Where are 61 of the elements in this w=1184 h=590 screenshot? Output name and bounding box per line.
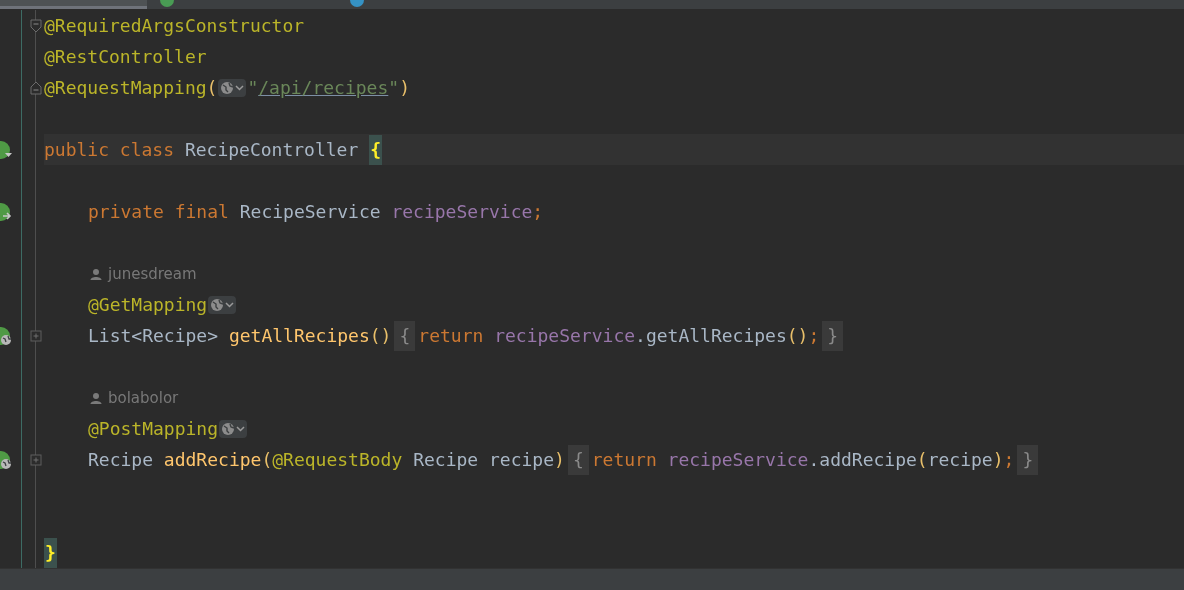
globe-icon xyxy=(210,297,235,312)
keyword-text: ; xyxy=(532,200,544,223)
code-text: ) xyxy=(992,448,1004,471)
annotation-text: @RequestBody xyxy=(272,448,404,471)
annotation-text: @PostMapping xyxy=(88,417,219,440)
author-name: junesdream xyxy=(108,264,197,283)
code-text: ( xyxy=(916,448,928,471)
circle-globe-icon xyxy=(0,326,12,345)
field-name: recipeService xyxy=(494,324,636,347)
field-name: recipeService xyxy=(667,448,809,471)
brace: } xyxy=(44,537,57,568)
url-link[interactable]: /api/recipes xyxy=(258,76,389,99)
fold-end-icon xyxy=(30,79,42,96)
circle-globe-icon xyxy=(0,450,12,469)
expand-icon xyxy=(30,327,42,344)
code-text: RecipeController xyxy=(184,138,360,161)
globe-icon xyxy=(220,80,245,95)
brace: { xyxy=(369,134,382,165)
folded-code-marker[interactable]: { xyxy=(394,320,416,351)
annotation-text: @RestController xyxy=(44,45,207,68)
author-name: bolabolor xyxy=(108,388,179,407)
globe-dropdown[interactable] xyxy=(208,295,237,314)
expand-icon xyxy=(30,451,42,468)
annotation-text: @RequestMapping xyxy=(44,76,207,99)
keyword-text: return xyxy=(418,324,485,347)
keyword-text: ; xyxy=(1003,448,1015,471)
code-text: .getAllRecipes xyxy=(635,324,787,347)
person-icon xyxy=(90,391,102,404)
code-text: .addRecipe xyxy=(808,448,917,471)
code-text: ( xyxy=(206,76,218,99)
globe-icon xyxy=(221,421,246,436)
folded-code-marker[interactable]: } xyxy=(822,320,844,351)
string-text: " xyxy=(388,76,400,99)
fold-start-icon xyxy=(30,17,42,34)
code-text: Recipe xyxy=(88,448,155,471)
globe-dropdown[interactable] xyxy=(219,419,248,438)
method-name: addRecipe xyxy=(163,448,262,471)
keyword-text: return xyxy=(591,448,658,471)
code-text: recipe xyxy=(927,448,993,471)
keyword-text: public class xyxy=(44,138,176,161)
folded-code-marker[interactable]: } xyxy=(1017,444,1039,475)
circle-caret-icon xyxy=(0,140,12,159)
annotation-text: @GetMapping xyxy=(88,293,208,316)
code-text: ) xyxy=(399,76,410,99)
circle-arrow-icon xyxy=(0,202,12,221)
code-text: RecipeService xyxy=(239,200,382,223)
string-text: " xyxy=(247,76,259,99)
keyword-text: ; xyxy=(808,324,820,347)
code-text: ( xyxy=(261,448,273,471)
field-name: recipeService xyxy=(391,200,533,223)
code-text: () xyxy=(786,324,809,347)
code-text: ) xyxy=(554,448,565,471)
person-icon xyxy=(90,267,102,280)
folded-code-marker[interactable]: { xyxy=(567,444,589,475)
keyword-text: private final xyxy=(88,200,230,223)
globe-dropdown[interactable] xyxy=(218,78,247,97)
code-text: Recipe recipe xyxy=(413,448,555,471)
code-text: () xyxy=(369,324,392,347)
code-text: List<Recipe> xyxy=(88,324,220,347)
method-name: getAllRecipes xyxy=(228,324,370,347)
annotation-text: @RequiredArgsConstructor xyxy=(44,14,305,37)
